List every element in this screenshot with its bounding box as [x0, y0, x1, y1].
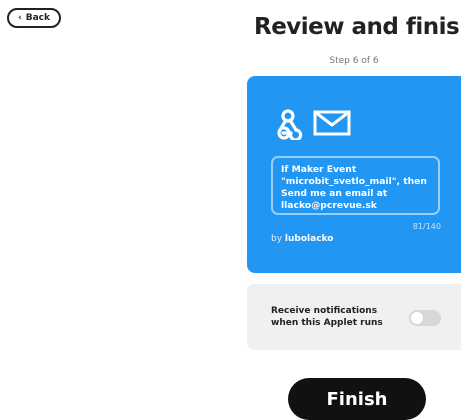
mail-icon	[313, 109, 351, 137]
finish-button[interactable]: Finish	[288, 378, 426, 420]
back-button[interactable]: ‹ Back	[7, 8, 61, 28]
by-prefix: by	[271, 234, 283, 244]
notifications-panel: Receive notifications when this Applet r…	[247, 284, 461, 350]
notifications-label: Receive notifications when this Applet r…	[271, 305, 383, 329]
notifications-label-line2: when this Applet runs	[271, 318, 383, 328]
toggle-knob	[411, 312, 423, 324]
service-icons	[271, 106, 351, 140]
webhook-icon	[271, 106, 305, 140]
page-title: Review and finish	[254, 14, 461, 40]
author-name: lubolacko	[284, 234, 334, 244]
applet-card: If Maker Event "microbit_svetlo_mail", t…	[247, 76, 461, 273]
author-byline: by lubolacko	[271, 234, 333, 244]
notifications-toggle[interactable]	[409, 310, 441, 326]
step-indicator: Step 6 of 6	[329, 56, 379, 66]
notifications-label-line1: Receive notifications	[271, 306, 378, 316]
applet-description-field[interactable]: If Maker Event "microbit_svetlo_mail", t…	[271, 156, 440, 215]
character-count: 81/140	[412, 222, 441, 231]
chevron-left-icon: ‹	[18, 12, 22, 23]
back-button-label: Back	[25, 13, 50, 23]
